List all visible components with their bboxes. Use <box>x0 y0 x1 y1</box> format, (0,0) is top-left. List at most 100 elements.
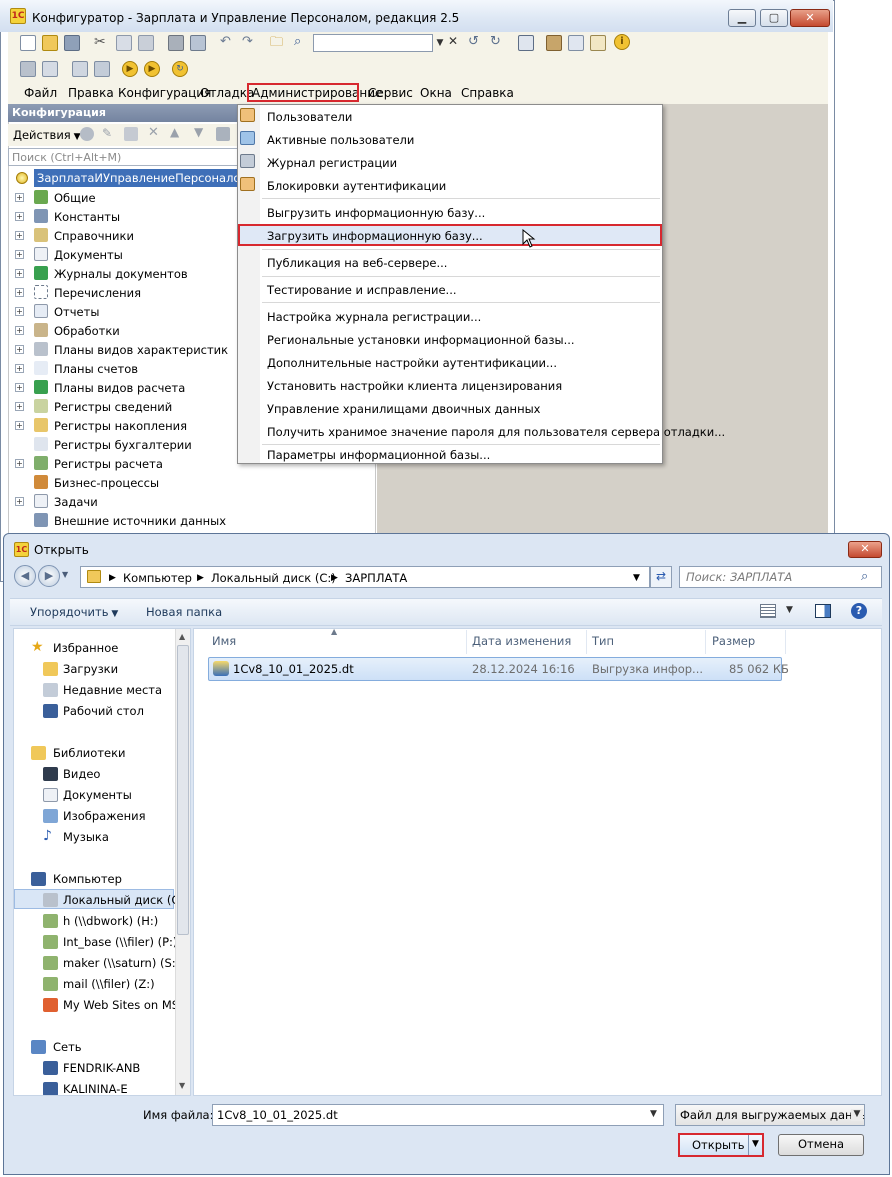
nav-downloads[interactable]: Загрузки <box>13 659 175 679</box>
column-header-date[interactable]: Дата изменения <box>472 634 571 648</box>
expand-icon[interactable]: + <box>15 402 24 411</box>
nav-host-fendrik[interactable]: FENDRIK-ANB <box>13 1058 175 1078</box>
tree-root[interactable]: ЗарплатаИУправлениеПерсоналом <box>14 169 253 187</box>
column-separator[interactable] <box>785 630 786 654</box>
breadcrumb-local-disk[interactable]: Локальный диск (C:) <box>211 571 336 585</box>
tree-item-business-processes[interactable]: Бизнес-процессы <box>12 474 372 493</box>
expand-icon[interactable]: + <box>15 326 24 335</box>
help-icon[interactable]: ? <box>851 603 867 619</box>
search-icon[interactable]: ⌕ <box>294 34 301 49</box>
cancel-button[interactable]: Отмена <box>778 1134 864 1156</box>
delete-icon[interactable]: ✕ <box>148 125 159 140</box>
windows-icon[interactable] <box>518 35 534 51</box>
nav-documents[interactable]: Документы <box>13 785 175 805</box>
expand-icon[interactable]: + <box>15 212 24 221</box>
clear-search-icon[interactable]: ✕ <box>448 34 458 48</box>
menu-file[interactable]: Файл <box>24 86 57 100</box>
redo-icon[interactable]: ↷ <box>242 34 253 49</box>
find-previous-icon[interactable]: ↺ <box>468 34 479 49</box>
expand-icon[interactable]: + <box>15 383 24 392</box>
nav-favorites[interactable]: ★ Избранное <box>13 638 175 658</box>
open-folder-icon[interactable] <box>42 35 58 51</box>
breadcrumb-separator-icon[interactable]: ▶ <box>197 573 204 583</box>
menu-item-event-log[interactable]: Журнал регистрации <box>267 156 397 170</box>
view-icon[interactable] <box>760 604 776 618</box>
new-file-icon[interactable] <box>20 35 36 51</box>
save-icon[interactable] <box>64 35 80 51</box>
menu-edit[interactable]: Правка <box>68 86 114 100</box>
menu-windows[interactable]: Окна <box>420 86 452 100</box>
history-chevron-icon[interactable]: ▼ <box>62 570 68 579</box>
nav-computer[interactable]: Компьютер <box>13 869 175 889</box>
menu-item-log-settings[interactable]: Настройка журнала регистрации... <box>267 310 481 324</box>
filename-input[interactable]: 1Cv8_10_01_2025.dt <box>212 1104 664 1126</box>
dialog-search-input[interactable]: Поиск: ЗАРПЛАТА <box>679 566 882 588</box>
menu-item-test-repair[interactable]: Тестирование и исправление... <box>267 283 457 297</box>
open-config-icon[interactable] <box>42 61 58 77</box>
menu-item-infobase-params[interactable]: Параметры информационной базы... <box>267 448 490 462</box>
menu-item-auth-settings[interactable]: Дополнительные настройки аутентификации.… <box>267 356 557 370</box>
address-dropdown-chevron-icon[interactable]: ▼ <box>633 573 640 583</box>
new-folder-button[interactable]: Новая папка <box>146 605 222 619</box>
menu-item-regional-settings[interactable]: Региональные установки информационной ба… <box>267 333 575 347</box>
assistant-icon[interactable] <box>546 35 562 51</box>
column-separator[interactable] <box>586 630 587 654</box>
expand-icon[interactable]: + <box>15 288 24 297</box>
start-enterprise-icon[interactable]: ▶ <box>144 61 160 77</box>
update-config-icon[interactable] <box>72 61 88 77</box>
filetype-select[interactable]: Файл для выгружаемых данных <box>675 1104 865 1126</box>
nav-local-disk[interactable]: Локальный диск (C:) <box>13 890 175 910</box>
print-icon[interactable] <box>168 35 184 51</box>
column-header-size[interactable]: Размер <box>712 634 755 648</box>
find-in-files-icon[interactable]: 🗀 <box>270 33 283 55</box>
minimize-button[interactable]: ▁ <box>728 9 756 27</box>
column-header-name[interactable]: Имя <box>212 634 236 648</box>
filename-dropdown-chevron-icon[interactable]: ▼ <box>650 1109 657 1119</box>
nav-drive-p[interactable]: Int_base (\\filer) (P:) <box>13 932 175 952</box>
forward-button[interactable]: ▶ <box>38 565 60 587</box>
tree-item-tasks[interactable]: + Задачи <box>12 493 372 512</box>
column-separator[interactable] <box>466 630 467 654</box>
menu-item-auth-locks[interactable]: Блокировки аутентификации <box>267 179 446 193</box>
address-bar[interactable]: ▶ Компьютер ▶ Локальный диск (C:) ▶ ЗАРП… <box>80 566 650 588</box>
move-up-icon[interactable]: ▲ <box>170 125 179 139</box>
nav-drive-z[interactable]: mail (\\filer) (Z:) <box>13 974 175 994</box>
nav-music[interactable]: ♪ Музыка <box>13 827 175 847</box>
menu-item-binary-storage[interactable]: Управление хранилищами двоичных данных <box>267 402 540 416</box>
maximize-button[interactable]: ▢ <box>760 9 788 27</box>
open-button[interactable]: Открыть ▼ <box>678 1133 764 1157</box>
nav-desktop[interactable]: Рабочий стол <box>13 701 175 721</box>
breadcrumb-computer[interactable]: Компьютер <box>123 571 192 585</box>
copy-item-icon[interactable] <box>124 127 138 141</box>
nav-drive-h[interactable]: h (\\dbwork) (H:) <box>13 911 175 931</box>
organize-button[interactable]: Упорядочить ▼ <box>30 605 118 619</box>
info-icon[interactable]: i <box>614 34 630 50</box>
open-options-chevron-icon[interactable]: ▼ <box>752 1139 759 1149</box>
nav-libraries[interactable]: Библиотеки <box>13 743 175 763</box>
breadcrumb-separator-icon[interactable]: ▶ <box>109 573 116 583</box>
nav-scroll-thumb[interactable] <box>177 645 189 935</box>
nav-pictures[interactable]: Изображения <box>13 806 175 826</box>
nav-scrollbar[interactable]: ▲ ▼ <box>175 629 190 1095</box>
start-debug-icon[interactable]: ▶ <box>122 61 138 77</box>
nav-msn-sites[interactable]: My Web Sites on MSN <box>13 995 175 1015</box>
column-separator[interactable] <box>705 630 706 654</box>
menu-item-export-infobase[interactable]: Выгрузить информационную базу... <box>267 206 485 220</box>
expand-icon[interactable]: + <box>15 269 24 278</box>
menu-item-active-users[interactable]: Активные пользователи <box>267 133 414 147</box>
scroll-up-icon[interactable]: ▲ <box>179 632 185 641</box>
refresh-icon[interactable]: ⇄ <box>650 566 672 588</box>
dialog-close-button[interactable]: ✕ <box>848 541 882 558</box>
expand-icon[interactable]: + <box>15 345 24 354</box>
cut-icon[interactable]: ✂ <box>94 34 106 50</box>
search-dropdown-chevron-icon[interactable]: ▼ <box>433 35 447 51</box>
column-header-type[interactable]: Тип <box>592 634 614 648</box>
move-down-icon[interactable]: ▼ <box>194 125 203 139</box>
sort-icon[interactable] <box>216 127 230 141</box>
nav-network[interactable]: Сеть <box>13 1037 175 1057</box>
edit-icon[interactable]: ✎ <box>102 126 112 140</box>
expand-icon[interactable]: + <box>15 459 24 468</box>
search-icon[interactable]: ⌕ <box>861 569 868 584</box>
menu-help[interactable]: Справка <box>461 86 514 100</box>
help-book-icon[interactable] <box>590 35 606 51</box>
